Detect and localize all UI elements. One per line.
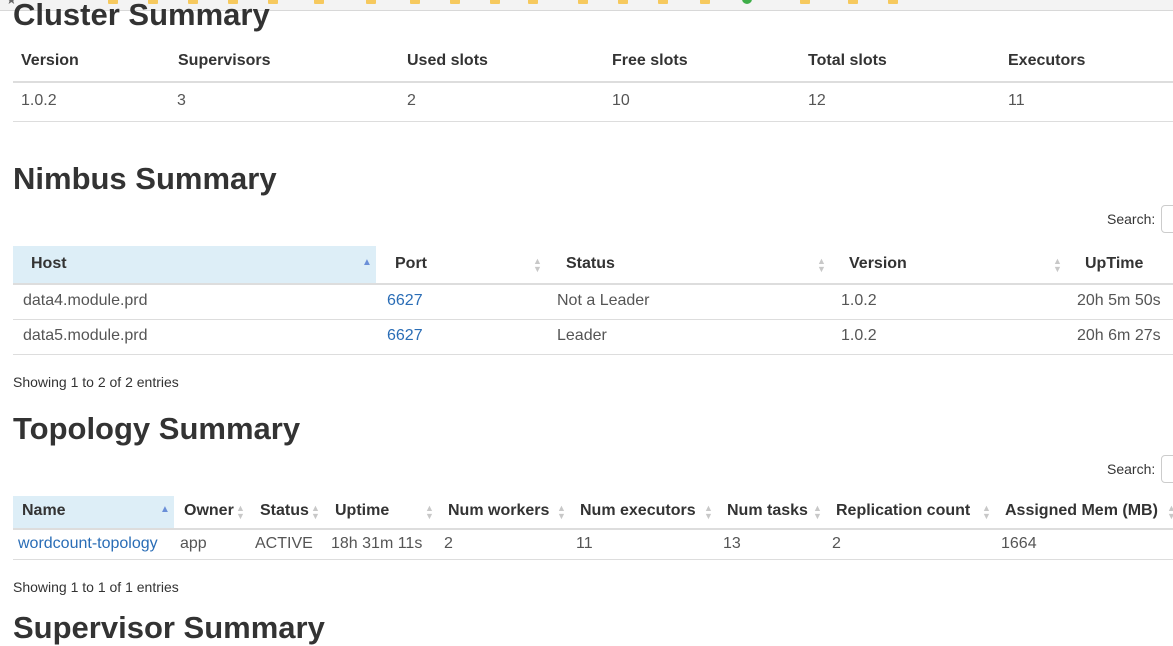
column-header-num-tasks[interactable]: Num tasks <box>727 502 808 520</box>
cell-uptime: 20h 5m 50s <box>1077 292 1161 309</box>
bookmark-folder-icon[interactable] <box>450 0 460 4</box>
divider <box>13 559 1173 560</box>
cell-replication-count: 2 <box>832 535 841 552</box>
column-header-name[interactable]: Name <box>22 502 66 520</box>
cell-uptime: 20h 6m 27s <box>1077 327 1161 344</box>
bookmark-folder-icon[interactable] <box>366 0 376 4</box>
sort-ascending-icon: ▲ <box>362 257 372 268</box>
nimbus-search-input[interactable] <box>1161 205 1173 233</box>
bookmark-folder-icon[interactable] <box>700 0 710 4</box>
cell-uptime: 18h 31m 11s <box>331 535 423 552</box>
column-header-num-executors[interactable]: Num executors <box>580 502 696 520</box>
column-header-executors: Executors <box>1008 52 1086 69</box>
cell-version: 1.0.2 <box>841 292 877 309</box>
cell-host: data5.module.prd <box>23 327 148 344</box>
column-header-status[interactable]: Status <box>566 255 615 273</box>
column-header-used-slots: Used slots <box>407 52 488 69</box>
cell-executors: 11 <box>1008 92 1025 109</box>
cluster-summary-title: Cluster Summary <box>13 0 270 32</box>
sort-icon: ▲ ▼ <box>557 503 566 521</box>
bookmark-folder-icon[interactable] <box>528 0 538 4</box>
cell-version: 1.0.2 <box>841 327 877 344</box>
table-info: Showing 1 to 2 of 2 entries <box>13 374 179 390</box>
sort-icon: ▲ ▼ <box>311 503 320 521</box>
supervisor-summary-title: Supervisor Summary <box>13 610 325 645</box>
column-header-version: Version <box>21 52 79 69</box>
port-link[interactable]: 6627 <box>387 327 423 345</box>
cell-host: data4.module.prd <box>23 292 148 309</box>
column-header-uptime[interactable]: UpTime <box>1085 255 1143 273</box>
column-header-free-slots: Free slots <box>612 52 688 69</box>
column-header-total-slots: Total slots <box>808 52 887 69</box>
topology-summary-title: Topology Summary <box>13 411 301 446</box>
cell-status: Leader <box>557 327 607 344</box>
search-label: Search: <box>1107 461 1156 477</box>
cell-status: ACTIVE <box>255 535 313 552</box>
sort-icon: ▲ ▼ <box>425 503 434 521</box>
column-header-host[interactable]: Host <box>31 255 67 273</box>
bookmark-folder-icon[interactable] <box>888 0 898 4</box>
column-header-supervisors: Supervisors <box>178 52 271 69</box>
sort-icon: ▲ ▼ <box>982 503 991 521</box>
cell-assigned-mem: 1664 <box>1001 535 1037 552</box>
divider <box>13 319 1173 320</box>
sort-icon: ▲ ▼ <box>817 256 826 274</box>
divider <box>13 354 1173 355</box>
cell-num-executors: 11 <box>576 535 593 552</box>
divider <box>13 81 1173 83</box>
sort-ascending-icon: ▲ <box>160 504 170 515</box>
divider <box>13 283 1173 285</box>
column-header-uptime[interactable]: Uptime <box>335 502 389 520</box>
column-header-replication-count[interactable]: Replication count <box>836 502 970 520</box>
bookmark-folder-icon[interactable] <box>578 0 588 4</box>
sort-icon: ▲ ▼ <box>813 503 822 521</box>
sort-icon: ▲ ▼ <box>533 256 542 274</box>
bookmark-folder-icon[interactable] <box>618 0 628 4</box>
column-header-owner[interactable]: Owner <box>184 502 234 520</box>
cell-used-slots: 2 <box>407 92 416 109</box>
bookmark-folder-icon[interactable] <box>848 0 858 4</box>
cell-version: 1.0.2 <box>21 92 57 109</box>
cell-supervisors: 3 <box>177 92 186 109</box>
cell-owner: app <box>180 535 207 552</box>
divider <box>13 528 1173 530</box>
column-header-assigned-mem[interactable]: Assigned Mem (MB) <box>1005 502 1158 520</box>
sort-icon: ▲ ▼ <box>1053 256 1062 274</box>
bookmark-folder-icon[interactable] <box>490 0 500 4</box>
sort-icon: ▲ ▼ <box>1167 503 1173 521</box>
cell-num-workers: 2 <box>444 535 453 552</box>
nimbus-summary-title: Nimbus Summary <box>13 161 277 196</box>
cell-total-slots: 12 <box>808 92 826 109</box>
cell-free-slots: 10 <box>612 92 630 109</box>
topology-name-link[interactable]: wordcount-topology <box>18 535 158 553</box>
divider <box>13 121 1173 122</box>
bookmark-site-icon[interactable] <box>742 0 752 4</box>
column-header-status[interactable]: Status <box>260 502 309 520</box>
port-link[interactable]: 6627 <box>387 292 423 310</box>
bookmark-folder-icon[interactable] <box>800 0 810 4</box>
cell-status: Not a Leader <box>557 292 650 309</box>
cell-num-tasks: 13 <box>723 535 741 552</box>
column-header-port[interactable]: Port <box>395 255 427 273</box>
topology-search-input[interactable] <box>1161 455 1173 483</box>
sort-icon: ▲ ▼ <box>236 503 245 521</box>
search-label: Search: <box>1107 211 1156 227</box>
column-header-version[interactable]: Version <box>849 255 907 273</box>
sort-icon: ▲ ▼ <box>704 503 713 521</box>
bookmark-folder-icon[interactable] <box>410 0 420 4</box>
bookmark-folder-icon[interactable] <box>658 0 668 4</box>
column-header-host-sorted[interactable] <box>13 246 376 284</box>
table-info: Showing 1 to 1 of 1 entries <box>13 579 179 595</box>
bookmark-folder-icon[interactable] <box>314 0 324 4</box>
column-header-num-workers[interactable]: Num workers <box>448 502 549 520</box>
